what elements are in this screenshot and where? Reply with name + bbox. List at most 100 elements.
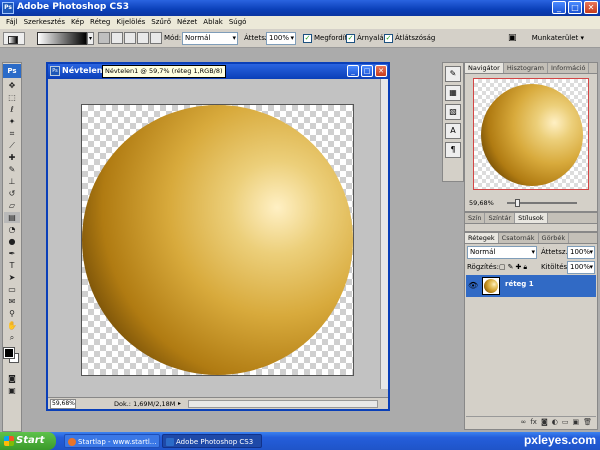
quick-mask-icon[interactable]: ◙ xyxy=(4,373,20,384)
marquee-tool-icon[interactable]: ⬚ xyxy=(4,92,20,103)
layer-comps-icon[interactable]: ▧ xyxy=(445,104,461,120)
tab-info[interactable]: Információ xyxy=(548,63,590,73)
gradient-preview[interactable] xyxy=(37,32,87,45)
blend-mode-select[interactable]: Normál xyxy=(467,246,537,259)
magic-wand-tool-icon[interactable]: ✦ xyxy=(4,116,20,127)
tab-styles[interactable]: Stílusok xyxy=(515,213,548,223)
menu-select[interactable]: Kijelölés xyxy=(113,16,148,29)
document-zoom-field[interactable]: 59,68% xyxy=(50,399,76,409)
palette-well-icon[interactable]: ▣ xyxy=(508,32,517,45)
doc-maximize-button[interactable]: □ xyxy=(361,65,373,77)
tab-swatches[interactable]: Színtár xyxy=(485,213,516,223)
dither-checkbox[interactable]: ✓ Árnyalás xyxy=(346,32,387,45)
shape-tool-icon[interactable]: ▭ xyxy=(4,284,20,295)
radial-gradient-icon[interactable] xyxy=(111,32,123,44)
zoom-tool-icon[interactable]: ⌕ xyxy=(4,332,20,343)
move-tool-icon[interactable]: ✥ xyxy=(4,80,20,91)
hand-tool-icon[interactable]: ✋ xyxy=(4,320,20,331)
layer-style-icon[interactable]: fx xyxy=(530,417,537,428)
opacity-input[interactable]: 100% xyxy=(266,32,296,45)
tab-curves[interactable]: Görbék xyxy=(539,233,570,243)
adjustment-layer-icon[interactable]: ◐ xyxy=(552,417,558,428)
pen-tool-icon[interactable]: ✒ xyxy=(4,248,20,259)
linear-gradient-icon[interactable] xyxy=(98,32,110,44)
menu-file[interactable]: Fájl xyxy=(3,16,21,29)
menu-image[interactable]: Kép xyxy=(68,16,87,29)
dodge-tool-icon[interactable]: ● xyxy=(4,236,20,247)
add-mask-icon[interactable]: ◙ xyxy=(541,417,548,428)
foreground-color-swatch[interactable] xyxy=(3,347,15,359)
angle-gradient-icon[interactable] xyxy=(124,32,136,44)
layer-opacity-input[interactable]: 100% xyxy=(567,246,595,259)
tab-color[interactable]: Szín xyxy=(465,213,486,223)
document-status-bar: 59,68% Dok.: 1,69M/2,18M ▸ xyxy=(48,397,388,409)
mode-select[interactable]: Normál xyxy=(182,32,238,45)
brush-tool-icon[interactable]: ✎ xyxy=(4,164,20,175)
reflected-gradient-icon[interactable] xyxy=(137,32,149,44)
path-selection-icon[interactable]: ➤ xyxy=(4,272,20,283)
menu-help[interactable]: Súgó xyxy=(226,16,250,29)
status-menu-arrow-icon[interactable]: ▸ xyxy=(178,399,181,409)
navigator-zoom-value[interactable]: 59,68% xyxy=(469,198,494,208)
diamond-gradient-icon[interactable] xyxy=(150,32,162,44)
layers-blend-row: Normál Áttetsz.: 100% xyxy=(467,246,597,259)
start-button[interactable]: Start xyxy=(0,432,56,450)
menu-window[interactable]: Ablak xyxy=(200,16,226,29)
close-button[interactable]: ✕ xyxy=(584,1,598,14)
tool-preset-picker[interactable] xyxy=(3,32,25,45)
gradient-tool-icon[interactable]: ▤ xyxy=(4,212,20,223)
minimize-button[interactable]: _ xyxy=(552,1,566,14)
tool-presets-icon[interactable]: ▦ xyxy=(445,85,461,101)
menu-edit[interactable]: Szerkesztés xyxy=(21,16,68,29)
tab-channels[interactable]: Csatornák xyxy=(499,233,539,243)
lasso-tool-icon[interactable]: ℓ xyxy=(4,104,20,115)
new-group-icon[interactable]: ▭ xyxy=(562,417,569,428)
gradient-picker-arrow[interactable]: ▾ xyxy=(87,32,94,45)
navigator-slider-handle[interactable] xyxy=(515,199,520,207)
maximize-button[interactable]: □ xyxy=(568,1,582,14)
document-titlebar[interactable]: Ps Névtelen1 Névtelen1 @ 59,7% (réteg 1,… xyxy=(48,64,388,79)
crop-tool-icon[interactable]: ⌗ xyxy=(4,128,20,139)
new-layer-icon[interactable]: ▣ xyxy=(572,417,579,428)
taskbar-item-photoshop[interactable]: Adobe Photoshop CS3 xyxy=(162,434,262,448)
menu-view[interactable]: Nézet xyxy=(174,16,200,29)
eraser-tool-icon[interactable]: ▱ xyxy=(4,200,20,211)
app-titlebar: Ps Adobe Photoshop CS3 _ □ ✕ xyxy=(0,0,600,16)
healing-brush-icon[interactable]: ✚ xyxy=(4,152,20,163)
layer-row[interactable]: 👁︎ réteg 1 xyxy=(466,275,596,297)
notes-tool-icon[interactable]: ✉ xyxy=(4,296,20,307)
doc-close-button[interactable]: ✕ xyxy=(375,65,387,77)
reverse-checkbox[interactable]: ✓ Megfordít xyxy=(303,32,347,45)
layer-visibility-eye-icon[interactable]: 👁︎ xyxy=(468,281,478,290)
tab-layers[interactable]: Rétegek xyxy=(465,233,499,243)
tab-histogram[interactable]: Hisztogram xyxy=(504,63,548,73)
blur-tool-icon[interactable]: ◔ xyxy=(4,224,20,235)
clone-stamp-icon[interactable]: ⊥ xyxy=(4,176,20,187)
doc-minimize-button[interactable]: _ xyxy=(347,65,359,77)
type-tool-icon[interactable]: T xyxy=(4,260,20,271)
slice-tool-icon[interactable]: ⟋ xyxy=(4,140,20,151)
menu-layer[interactable]: Réteg xyxy=(87,16,113,29)
menu-filter[interactable]: Szűrő xyxy=(148,16,174,29)
taskbar-item-browser[interactable]: Startlap - www.startl... xyxy=(64,434,160,448)
link-layers-icon[interactable]: ∞ xyxy=(521,417,527,428)
eyedropper-tool-icon[interactable]: ⚲ xyxy=(4,308,20,319)
transparency-checkbox[interactable]: ✓ Átlátszóság xyxy=(384,32,435,45)
navigator-thumbnail[interactable] xyxy=(473,78,589,190)
document-canvas[interactable] xyxy=(81,104,354,376)
history-brush-icon[interactable]: ↺ xyxy=(4,188,20,199)
fill-input[interactable]: 100% xyxy=(567,261,595,274)
brushes-panel-icon[interactable]: ✎ xyxy=(445,66,461,82)
document-size-info: Dok.: 1,69M/2,18M xyxy=(114,400,176,408)
navigator-tabs: Navigátor Hisztogram Információ xyxy=(465,63,597,74)
workspace-button[interactable]: Munkaterület ▾ xyxy=(532,32,584,45)
tab-navigator[interactable]: Navigátor xyxy=(465,63,504,73)
screen-mode-icon[interactable]: ▣ xyxy=(4,385,20,396)
lock-icons[interactable]: ▢✎✚🔒︎ xyxy=(499,261,529,274)
trash-icon[interactable]: 🗑︎ xyxy=(583,417,592,428)
color-swatches[interactable] xyxy=(3,347,21,365)
paragraph-panel-icon[interactable]: ¶ xyxy=(445,142,461,158)
vertical-scrollbar[interactable] xyxy=(380,79,388,389)
character-panel-icon[interactable]: A xyxy=(445,123,461,139)
horizontal-scrollbar[interactable] xyxy=(188,400,378,408)
